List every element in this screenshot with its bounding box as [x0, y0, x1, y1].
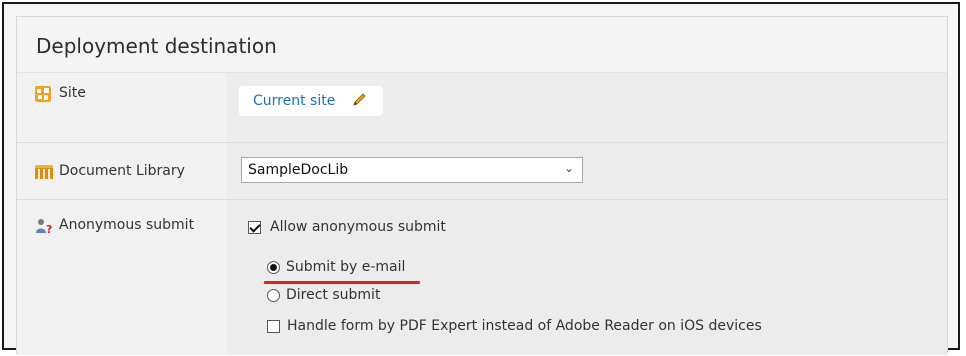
library-label: Document Library: [59, 163, 185, 179]
svg-text:?: ?: [46, 223, 52, 234]
allow-anonymous-label[interactable]: Allow anonymous submit: [270, 219, 446, 235]
document-library-selected-value: SampleDocLib: [248, 162, 349, 178]
panel-title: Deployment destination: [36, 34, 277, 58]
submit-by-email-label[interactable]: Submit by e-mail: [286, 259, 405, 275]
document-library-row: Document Library SampleDocLib ⌄: [17, 143, 947, 200]
anonymous-label-cell: ? Anonymous submit: [17, 200, 227, 355]
highlight-underline: [264, 281, 420, 284]
pencil-icon[interactable]: [351, 92, 367, 108]
screenshot-frame: Deployment destination Site Current site: [2, 2, 960, 355]
deployment-destination-panel: Deployment destination Site Current site: [16, 16, 948, 355]
anonymous-user-icon: ?: [36, 219, 52, 234]
submit-by-email-radio[interactable]: [267, 261, 280, 274]
chevron-down-icon[interactable]: ⌄: [564, 161, 574, 175]
current-site-chip[interactable]: Current site: [239, 86, 383, 116]
direct-submit-radio[interactable]: [267, 289, 280, 302]
allow-anonymous-checkbox[interactable]: [248, 221, 261, 234]
site-label: Site: [59, 85, 86, 101]
anonymous-submit-row: ? Anonymous submit Allow anonymous submi…: [17, 200, 947, 355]
library-icon: [35, 165, 53, 179]
anonymous-label: Anonymous submit: [59, 217, 195, 233]
site-row: Site Current site: [17, 73, 947, 143]
document-library-select[interactable]: SampleDocLib ⌄: [241, 157, 583, 183]
site-label-cell: Site: [17, 73, 227, 142]
library-label-cell: Document Library: [17, 143, 227, 199]
panel-header: Deployment destination: [17, 17, 947, 73]
pdf-expert-checkbox[interactable]: [267, 320, 280, 333]
site-icon: [35, 86, 51, 102]
direct-submit-label[interactable]: Direct submit: [286, 287, 380, 303]
current-site-link[interactable]: Current site: [253, 93, 335, 109]
pdf-expert-label[interactable]: Handle form by PDF Expert instead of Ado…: [287, 318, 762, 334]
